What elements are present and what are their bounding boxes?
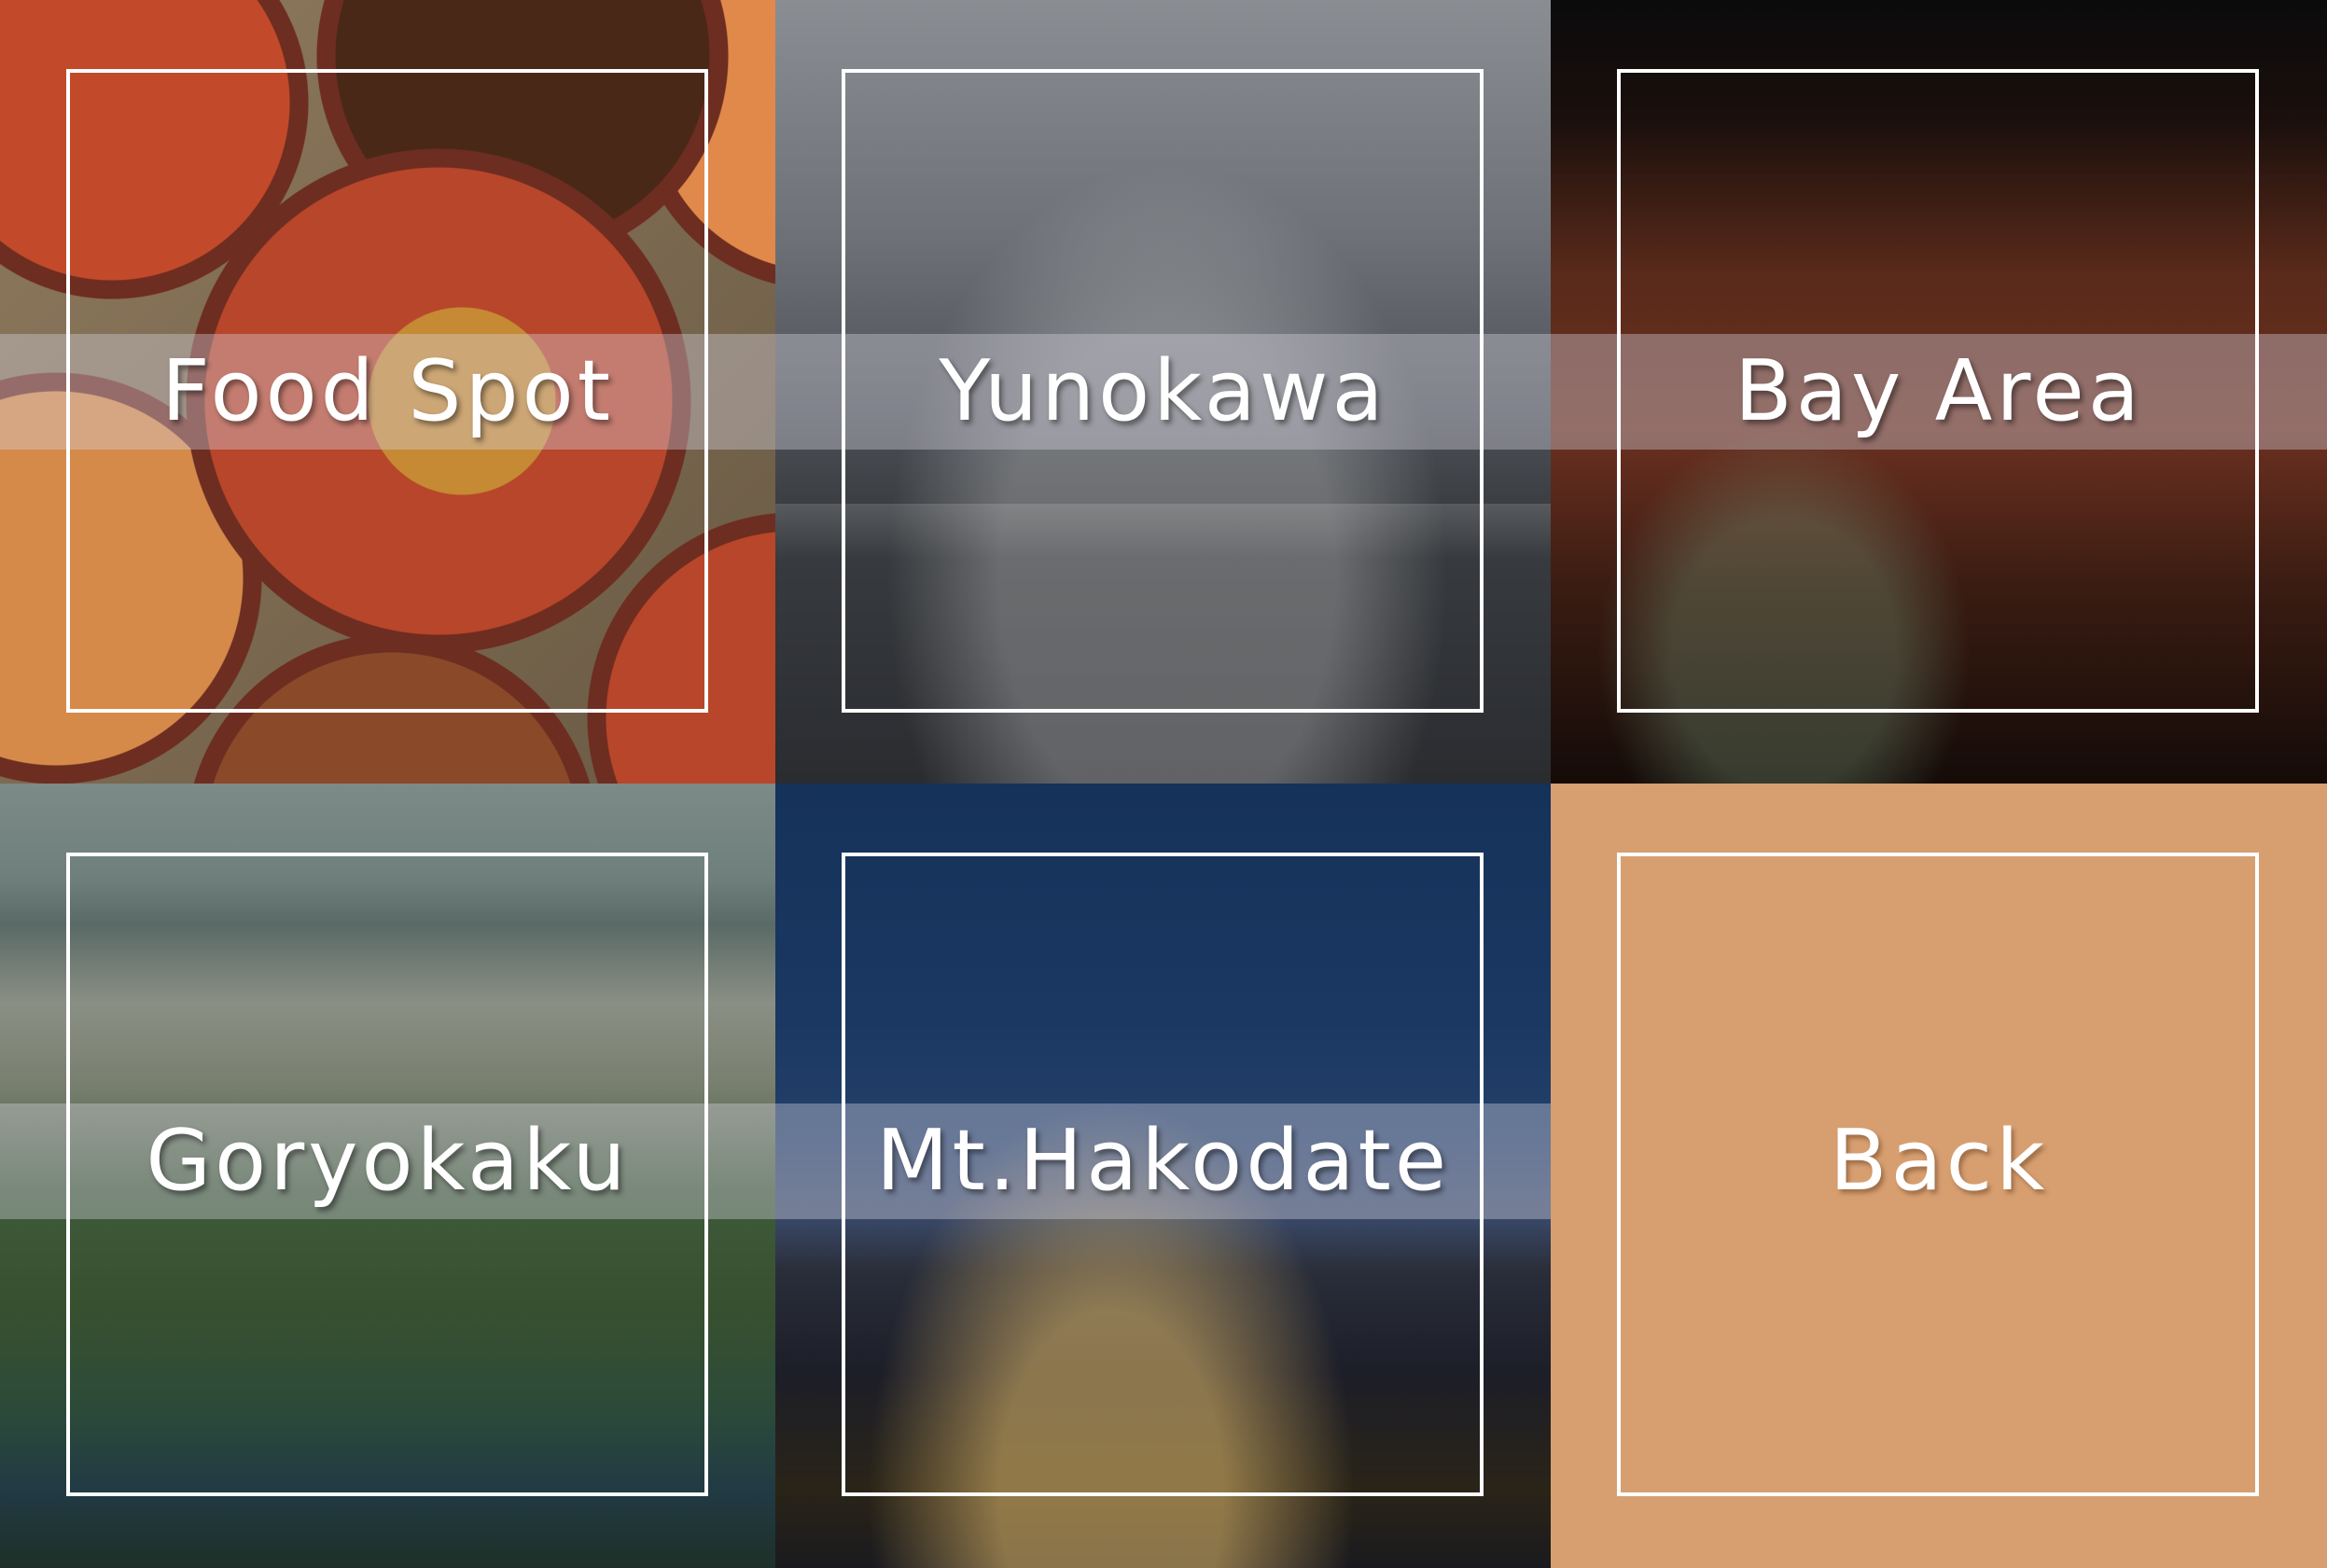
tile-label-bay-area: Bay Area	[1735, 342, 2143, 440]
tile-label-food-spot: Food Spot	[160, 342, 615, 440]
back-button-label: Back	[1829, 1112, 2049, 1210]
tile-label-yunokawa: Yunokawa	[939, 342, 1387, 440]
tile-yunokawa[interactable]: Yunokawa	[775, 0, 1551, 784]
back-button[interactable]: Back	[1551, 784, 2327, 1568]
tile-food-spot[interactable]: Food Spot	[0, 0, 775, 784]
tile-label-goryokaku: Goryokaku	[146, 1112, 630, 1210]
tile-mt-hakodate[interactable]: Mt.Hakodate	[775, 784, 1551, 1568]
destination-menu-grid: Food Spot Yunokawa Bay Area Goryokaku Mt…	[0, 0, 2327, 1568]
tile-goryokaku[interactable]: Goryokaku	[0, 784, 775, 1568]
tile-label-mt-hakodate: Mt.Hakodate	[875, 1112, 1451, 1210]
tile-bay-area[interactable]: Bay Area	[1551, 0, 2327, 784]
